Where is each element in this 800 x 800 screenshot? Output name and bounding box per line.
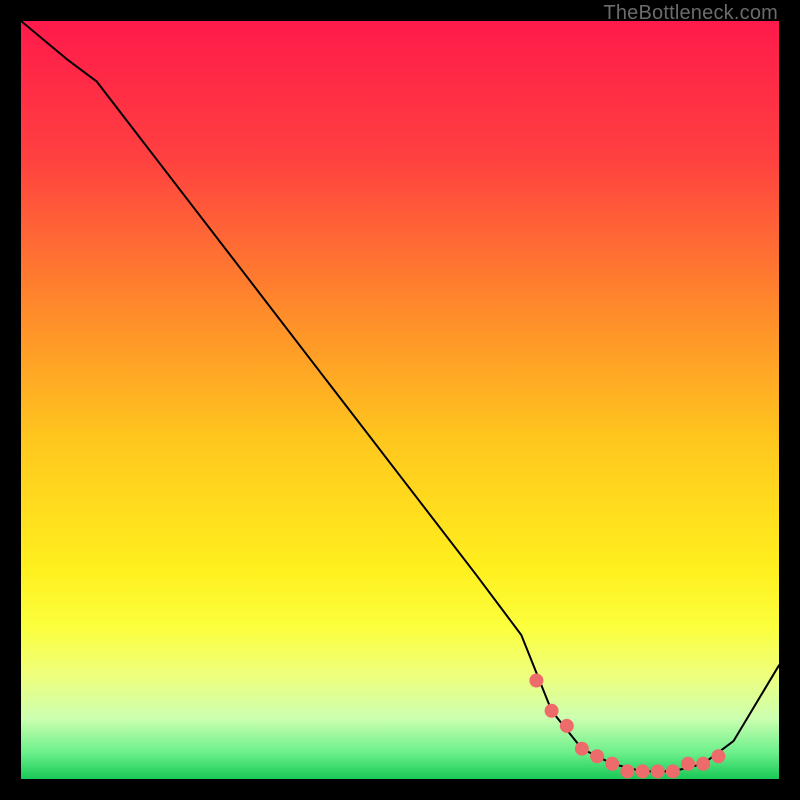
highlight-dot: [605, 757, 619, 771]
highlight-dot: [636, 764, 650, 778]
highlight-dot: [696, 757, 710, 771]
highlight-dot: [711, 749, 725, 763]
highlight-dot: [666, 764, 680, 778]
highlight-dot: [651, 764, 665, 778]
highlight-dot: [575, 742, 589, 756]
highlight-dot: [545, 704, 559, 718]
highlight-dot: [529, 674, 543, 688]
highlight-dot: [560, 719, 574, 733]
highlight-dot: [620, 764, 634, 778]
highlight-dot: [681, 757, 695, 771]
chart-svg: [21, 21, 779, 779]
plot-area: [21, 21, 779, 779]
chart-frame: TheBottleneck.com: [0, 0, 800, 800]
highlight-dot: [590, 749, 604, 763]
gradient-background: [21, 21, 779, 779]
